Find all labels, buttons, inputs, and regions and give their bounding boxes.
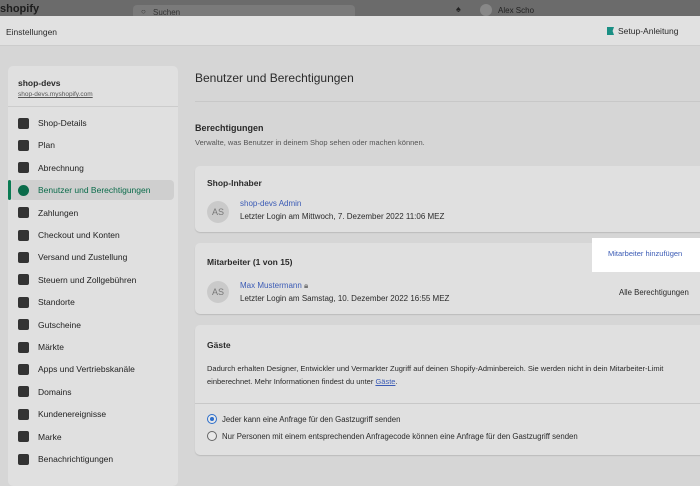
radio-button-checked[interactable] bbox=[207, 414, 217, 424]
setup-guide-label: Setup-Anleitung bbox=[618, 26, 679, 36]
sidebar-item[interactable]: Gutscheine bbox=[10, 315, 174, 335]
guests-card: Gäste Dadurch erhalten Designer, Entwick… bbox=[195, 325, 700, 455]
add-staff-button[interactable]: Mitarbeiter hinzufügen bbox=[592, 238, 700, 272]
plan-icon bbox=[18, 139, 29, 151]
events-icon bbox=[18, 408, 29, 420]
sidebar-item-label: Marke bbox=[38, 431, 62, 442]
avatar: AS bbox=[207, 281, 229, 303]
search-icon: ○ bbox=[141, 7, 146, 16]
sidebar-item-label: Plan bbox=[38, 140, 56, 151]
apps-icon bbox=[18, 363, 29, 375]
staff-title: Mitarbeiter (1 von 15) bbox=[207, 257, 293, 267]
page-title: Benutzer und Berechtigungen bbox=[195, 71, 354, 85]
staff-permissions: Alle Berechtigungen bbox=[619, 288, 689, 297]
owner-last-login: Letzter Login am Mittwoch, 7. Dezember 2… bbox=[240, 212, 445, 221]
shop-name: shop-devs bbox=[18, 78, 61, 88]
staff-last-login: Letzter Login am Samstag, 10. Dezember 2… bbox=[240, 294, 450, 303]
radio-label: Nur Personen mit einem entsprechenden An… bbox=[222, 431, 578, 441]
radio-button[interactable] bbox=[207, 431, 217, 441]
shop-owner-card: Shop-Inhaber AS shop-devs Admin Letzter … bbox=[195, 166, 700, 232]
settings-header: Einstellungen Setup-Anleitung bbox=[0, 16, 700, 46]
radio-label: Jeder kann eine Anfrage für den Gastzugr… bbox=[222, 414, 401, 424]
sidebar-item-label: Benutzer und Berechtigungen bbox=[38, 185, 151, 196]
sidebar-item[interactable]: Versand und Zustellung bbox=[10, 247, 174, 267]
guests-desc-text: Dadurch erhalten Designer, Entwickler un… bbox=[207, 364, 664, 386]
cart-icon bbox=[18, 229, 29, 241]
payments-icon bbox=[18, 207, 29, 219]
user-name[interactable]: Alex Scho bbox=[498, 6, 534, 15]
sidebar-item[interactable]: Märkte bbox=[10, 337, 174, 357]
sidebar-item-label: Apps und Vertriebskanäle bbox=[38, 364, 135, 375]
globe-icon bbox=[18, 341, 29, 353]
sidebar-item-label: Domains bbox=[38, 386, 72, 397]
user-icon bbox=[18, 184, 29, 196]
sidebar-item[interactable]: Benachrichtigungen bbox=[10, 449, 174, 469]
avatar: AS bbox=[207, 201, 229, 223]
radio-anyone[interactable]: Jeder kann eine Anfrage für den Gastzugr… bbox=[207, 414, 400, 424]
sidebar-item-label: Checkout und Konten bbox=[38, 230, 120, 240]
sidebar-item[interactable]: Checkout und Konten bbox=[10, 225, 174, 245]
setup-guide-button[interactable]: Setup-Anleitung bbox=[607, 26, 679, 36]
sidebar-item[interactable]: Standorte bbox=[10, 292, 174, 312]
tax-icon bbox=[18, 274, 29, 286]
shop-owner-title: Shop-Inhaber bbox=[207, 178, 262, 188]
sidebar-item-label: Versand und Zustellung bbox=[38, 252, 128, 263]
billing-icon bbox=[18, 162, 29, 174]
shopify-logo[interactable]: shopify bbox=[0, 3, 39, 15]
bell-icon bbox=[18, 453, 29, 465]
sidebar-item-label: Märkte bbox=[38, 342, 64, 352]
sidebar-item[interactable]: Marke bbox=[10, 427, 174, 447]
sidebar-item[interactable]: Plan bbox=[10, 135, 174, 155]
sidebar-item-label: Benachrichtigungen bbox=[38, 454, 114, 464]
gift-icon bbox=[18, 319, 29, 331]
location-icon bbox=[18, 296, 29, 308]
sidebar-item[interactable]: Abrechnung bbox=[10, 158, 174, 178]
guests-title: Gäste bbox=[207, 340, 231, 350]
sidebar-item-label: Gutscheine bbox=[38, 319, 81, 330]
sidebar-item-label: Abrechnung bbox=[38, 162, 84, 173]
guests-desc-end: . bbox=[395, 377, 398, 386]
radio-code-only[interactable]: Nur Personen mit einem entsprechenden An… bbox=[207, 431, 578, 441]
shop-url-link[interactable]: shop-devs.myshopify.com bbox=[8, 88, 178, 107]
notification-bell-icon[interactable]: ♠ bbox=[456, 4, 461, 14]
sidebar-item-label: Kundenereignisse bbox=[38, 409, 107, 420]
store-icon bbox=[18, 117, 29, 129]
divider bbox=[195, 403, 700, 404]
section-title: Berechtigungen bbox=[195, 123, 264, 133]
settings-sidebar: shop-devs shop-devs.myshopify.com Shop-D… bbox=[8, 66, 178, 486]
truck-icon bbox=[18, 251, 29, 263]
settings-title: Einstellungen bbox=[6, 27, 58, 37]
sidebar-item-label: Shop-Details bbox=[38, 118, 87, 128]
divider bbox=[195, 101, 700, 102]
flag-icon bbox=[607, 27, 614, 35]
sidebar-item[interactable]: Kundenereignisse bbox=[10, 404, 174, 424]
sidebar-item[interactable]: Zahlungen bbox=[10, 203, 174, 223]
sidebar-item[interactable]: Apps und Vertriebskanäle bbox=[10, 359, 174, 379]
sidebar-item[interactable]: Shop-Details bbox=[10, 113, 174, 133]
domain-icon bbox=[18, 386, 29, 398]
top-bar: shopify ○ Suchen ♠ Alex Scho bbox=[0, 0, 700, 19]
sidebar-item-label: Zahlungen bbox=[38, 207, 79, 218]
owner-name-link[interactable]: shop-devs Admin bbox=[240, 199, 301, 208]
staff-name: Max Mustermann 🔒︎ bbox=[240, 281, 308, 291]
sidebar-item-label: Standorte bbox=[38, 297, 75, 308]
guests-link[interactable]: Gäste bbox=[375, 377, 395, 386]
staff-card: Mitarbeiter (1 von 15) Mitarbeiter hinzu… bbox=[195, 238, 700, 314]
brand-icon bbox=[18, 431, 29, 443]
staff-name-link[interactable]: Max Mustermann bbox=[240, 281, 302, 290]
sidebar-item[interactable]: Steuern und Zollgebühren bbox=[10, 270, 174, 290]
lock-icon: 🔒︎ bbox=[304, 281, 309, 290]
sidebar-item[interactable]: Benutzer und Berechtigungen bbox=[8, 180, 174, 201]
user-avatar[interactable] bbox=[480, 4, 492, 16]
guests-description: Dadurch erhalten Designer, Entwickler un… bbox=[207, 362, 700, 388]
sidebar-item[interactable]: Domains bbox=[10, 382, 174, 402]
sidebar-item-label: Steuern und Zollgebühren bbox=[38, 274, 137, 285]
section-description: Verwalte, was Benutzer in deinem Shop se… bbox=[195, 138, 425, 147]
